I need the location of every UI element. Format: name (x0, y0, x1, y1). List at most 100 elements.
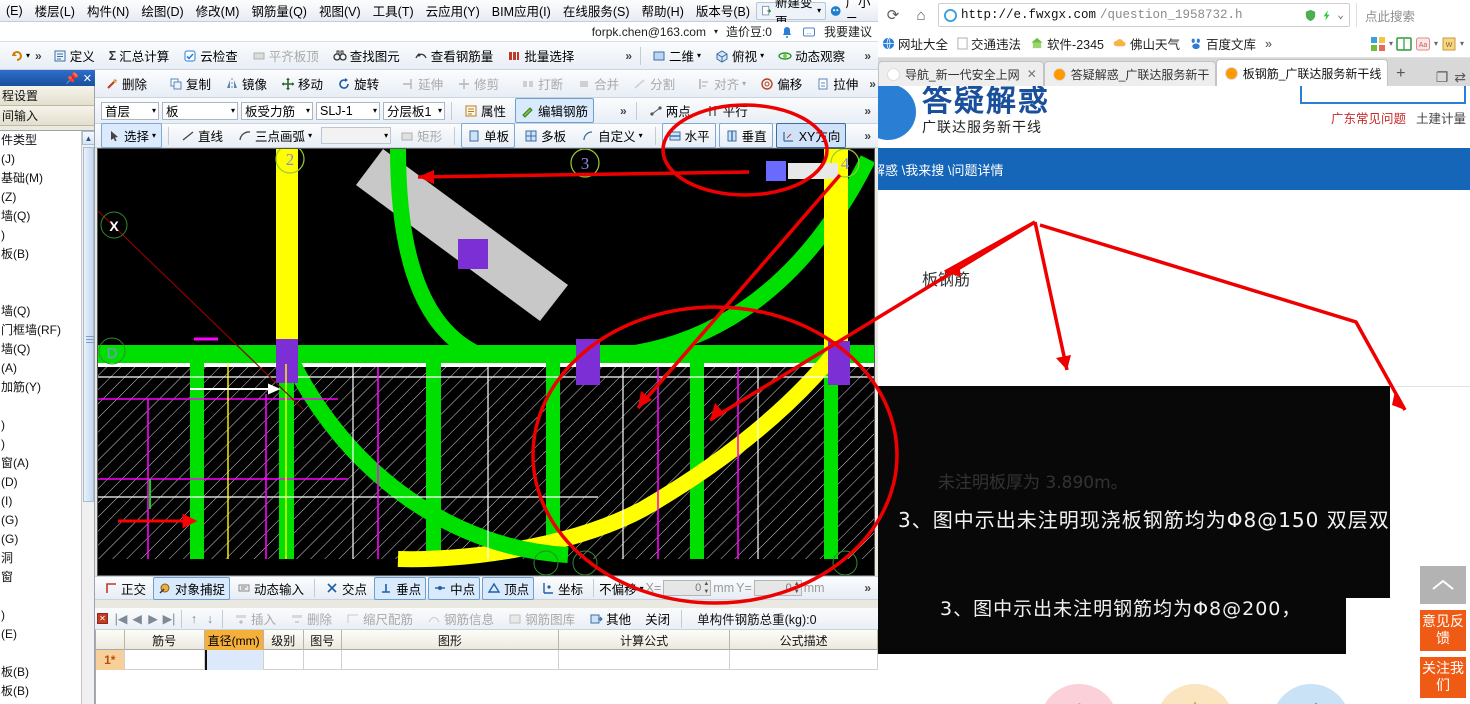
extension-dropdown-icon[interactable]: ▾ (1460, 39, 1464, 48)
edit-stretch-button[interactable]: 拉伸 (810, 71, 864, 96)
grid-cell[interactable] (730, 650, 878, 670)
header-link-guangdong[interactable]: 广东常见问题 (1331, 108, 1406, 127)
cad-drawing-canvas[interactable]: 2 3 4 X D (97, 148, 875, 576)
layer-select[interactable]: 分层板1 ▾ (383, 101, 445, 120)
bookmark-software2345[interactable]: 软件-2345 (1030, 34, 1104, 53)
grid-column-header[interactable]: 筋号 (125, 630, 205, 650)
tree-item[interactable]: (I) (0, 492, 81, 511)
chevron-down-icon[interactable]: ⌄ (1337, 8, 1344, 22)
suggest-button[interactable]: 我要建议 (824, 23, 872, 40)
edit-mirror-button[interactable]: 镜像 (219, 71, 273, 96)
pin-icon[interactable]: 📌 (65, 72, 79, 85)
social-share[interactable]: 0 我分享 (1272, 684, 1350, 704)
undo-icon[interactable] (10, 49, 24, 63)
menu-item-cloud[interactable]: 云应用(Y) (420, 0, 486, 21)
snap-object-button[interactable]: 对象捕捉 (153, 576, 231, 600)
tree-item[interactable]: (A) (0, 359, 81, 378)
grid-column-header[interactable]: 级别 (264, 630, 304, 650)
apps-icon[interactable] (1370, 36, 1386, 52)
panel-tab-input[interactable]: 间输入 (0, 106, 94, 126)
rebar-grid[interactable]: 筋号 直径(mm) 级别 图号 图形 计算公式 公式描述 1* (95, 630, 878, 704)
grid-cell[interactable] (342, 650, 560, 670)
selector-overflow[interactable]: » (617, 104, 630, 118)
social-good-question[interactable]: 0 问得好 (1040, 684, 1118, 704)
toolbar-topview-button[interactable]: 俯视 ▾ (709, 43, 770, 68)
browser-tab-active[interactable]: 板钢筋_广联达服务新干线✕ (1215, 59, 1388, 86)
draw-select-button[interactable]: 选择 ▾ (101, 123, 163, 148)
bookmark-traffic[interactable]: 交通违法 (957, 34, 1021, 53)
rebar-other-button[interactable]: 其他 (583, 606, 637, 631)
table-row[interactable]: 1* (96, 650, 878, 670)
toolbar-orbit-button[interactable]: 动态观察 (772, 43, 851, 68)
toolbar-batch-select-button[interactable]: 批量选择 (501, 43, 580, 68)
account-email[interactable]: forpk.chen@163.com (592, 25, 706, 39)
url-bar[interactable]: http://e.fwxgx.com/question_1958732.h ⌄ (938, 3, 1350, 27)
grid-column-header[interactable]: 图形 (342, 630, 559, 650)
snap-dyninput-button[interactable]: 动态输入 (232, 577, 309, 600)
home-icon[interactable]: ⌂ (910, 4, 932, 26)
vertical-button[interactable]: 垂直 (718, 123, 773, 148)
parallel-button[interactable]: 平行 (700, 98, 754, 123)
snap-intersection-button[interactable]: 交点 (320, 577, 372, 600)
rebar-panel-close-icon[interactable]: ✕ (97, 613, 108, 624)
tree-item[interactable] (0, 397, 81, 416)
tree-item[interactable]: (G) (0, 530, 81, 549)
tree-item[interactable]: 墙(Q) (0, 302, 81, 321)
menu-item-draw[interactable]: 绘图(D) (135, 0, 189, 21)
x-spinner[interactable]: ▲ ▼ (702, 581, 710, 595)
y-offset-field-group[interactable]: Y= 0 ▲ ▼ mm (736, 580, 825, 596)
grid-cell[interactable] (559, 650, 731, 670)
translate-dropdown-icon[interactable]: ▾ (1434, 39, 1438, 48)
toolbar-overflow-2[interactable]: » (622, 49, 635, 63)
grid-cell[interactable] (264, 650, 304, 670)
x-offset-input[interactable]: 0 ▲ ▼ (663, 580, 712, 596)
search-input[interactable]: 点此搜索 (1356, 3, 1466, 27)
account-chevron-down-icon[interactable]: ▾ (714, 27, 718, 36)
tree-item[interactable]: 门框墙(RF) (0, 321, 81, 340)
drawing-image-3[interactable]: 3、图中示出未注明钢筋均为Φ8@200， (878, 586, 1346, 654)
toolbar-define-button[interactable]: 定义 (47, 43, 101, 68)
nav-last-icon[interactable]: ▶| (162, 611, 176, 626)
tree-item[interactable]: (D) (0, 473, 81, 492)
tree-item[interactable] (0, 644, 81, 663)
site-search-input[interactable] (1300, 86, 1466, 104)
tree-item[interactable]: (E) (0, 625, 81, 644)
rebar-close-button[interactable]: 关闭 (639, 606, 676, 631)
tree-scroll-thumb[interactable] (83, 147, 94, 502)
snap-midpoint-button[interactable]: 中点 (428, 576, 481, 600)
tree-item[interactable]: 窗 (0, 568, 81, 587)
menu-item-rebar-quantity[interactable]: 钢筋量(Q) (245, 0, 313, 21)
grid-cell[interactable] (125, 650, 205, 670)
apps-dropdown-icon[interactable]: ▾ (1389, 39, 1393, 48)
tree-item[interactable]: 板(B) (0, 245, 81, 264)
menu-item-tools[interactable]: 工具(T) (367, 0, 420, 21)
edit-rebar-button[interactable]: 编辑钢筋 (515, 98, 595, 123)
tree-item[interactable]: 窗(A) (0, 454, 81, 473)
sync-icon[interactable]: ⇄ (1454, 69, 1466, 86)
y-offset-input[interactable]: 0 ▲ ▼ (753, 580, 802, 596)
grid-column-header[interactable] (96, 630, 125, 650)
menu-item-modify[interactable]: 修改(M) (190, 0, 246, 21)
move-down-icon[interactable]: ↓ (203, 612, 217, 626)
bell-icon[interactable] (780, 25, 794, 39)
row-index-cell[interactable]: 1* (96, 650, 125, 670)
custom-button[interactable]: 自定义 ▾ (575, 123, 649, 148)
tree-item[interactable]: ) (0, 606, 81, 625)
nav-prev-icon[interactable]: ◀ (130, 611, 144, 626)
move-up-icon[interactable]: ↑ (187, 612, 201, 626)
menu-item-version[interactable]: 版本号(B) (690, 0, 756, 21)
tree-item[interactable]: 加筋(Y) (0, 378, 81, 397)
grid-column-header[interactable]: 计算公式 (559, 630, 731, 650)
drawing-image-2[interactable]: 3、图中示出未注明现浇板钢筋均为Φ8@150 双层双向。 (878, 494, 1390, 598)
rail-feedback-button[interactable]: 意见反馈 (1420, 610, 1466, 651)
menu-item-floor[interactable]: 楼层(L) (29, 0, 81, 21)
grid-cell[interactable] (204, 650, 264, 670)
tree-item[interactable]: 板(B) (0, 682, 81, 701)
draw-tools-overflow[interactable]: » (861, 129, 874, 143)
multi-slab-button[interactable]: 多板 (518, 123, 572, 148)
reading-mode-icon[interactable] (1396, 36, 1412, 52)
rebar-type-select[interactable]: 板受力筋 ▾ (241, 101, 313, 120)
undo-dropdown-icon[interactable]: ▾ (26, 51, 30, 60)
tree-item[interactable]: 件类型 (0, 131, 81, 150)
bookmark-weather[interactable]: 佛山天气 (1113, 34, 1180, 53)
